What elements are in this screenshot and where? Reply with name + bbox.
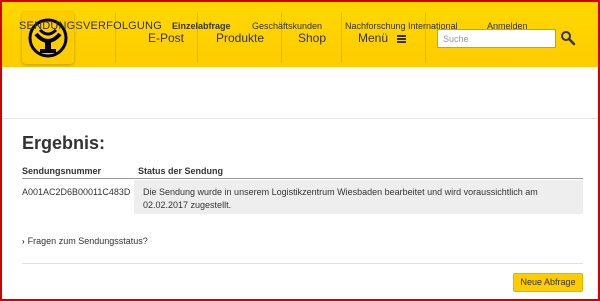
nav-produkte[interactable]: Produkte — [216, 31, 264, 45]
table-header-divider — [22, 178, 583, 179]
status-text: Die Sendung wurde in unserem Logistikzen… — [143, 187, 538, 210]
chevron-right-icon: › — [22, 237, 25, 246]
faq-link[interactable]: › Fragen zum Sendungsstatus? — [22, 236, 148, 246]
subnav-einzelabfrage[interactable]: Einzelabfrage — [172, 21, 231, 31]
page-title: Ergebnis: — [22, 133, 106, 153]
search-input[interactable] — [437, 29, 556, 48]
nav-shop[interactable]: Shop — [298, 31, 326, 45]
column-header-sendungsnummer: Sendungsnummer — [22, 166, 102, 176]
nav-menu[interactable]: Menü — [358, 31, 388, 45]
nav-divider — [281, 12, 282, 63]
section-title: SENDUNGSVERFOLGUNG — [19, 20, 162, 32]
new-query-button[interactable]: Neue Abfrage — [513, 273, 583, 292]
sub-navigation — [2, 67, 598, 119]
content-divider — [22, 263, 583, 264]
nav-divider — [341, 12, 342, 63]
hamburger-menu-icon[interactable] — [397, 35, 406, 43]
nav-divider — [197, 12, 198, 63]
tracking-number: A001AC2D6B00011C483D — [22, 187, 131, 197]
nav-divider — [425, 12, 426, 63]
magnifier-icon[interactable] — [560, 30, 576, 46]
column-header-status: Status der Sendung — [138, 166, 224, 176]
subnav-anmelden[interactable]: Anmelden — [487, 21, 528, 31]
subnav-geschaeftskunden[interactable]: Geschäftskunden — [252, 21, 322, 31]
nav-epost[interactable]: E-Post — [148, 31, 184, 45]
faq-link-label: Fragen zum Sendungsstatus? — [27, 236, 148, 246]
subnav-nachforschung-international[interactable]: Nachforschung International — [345, 21, 458, 31]
